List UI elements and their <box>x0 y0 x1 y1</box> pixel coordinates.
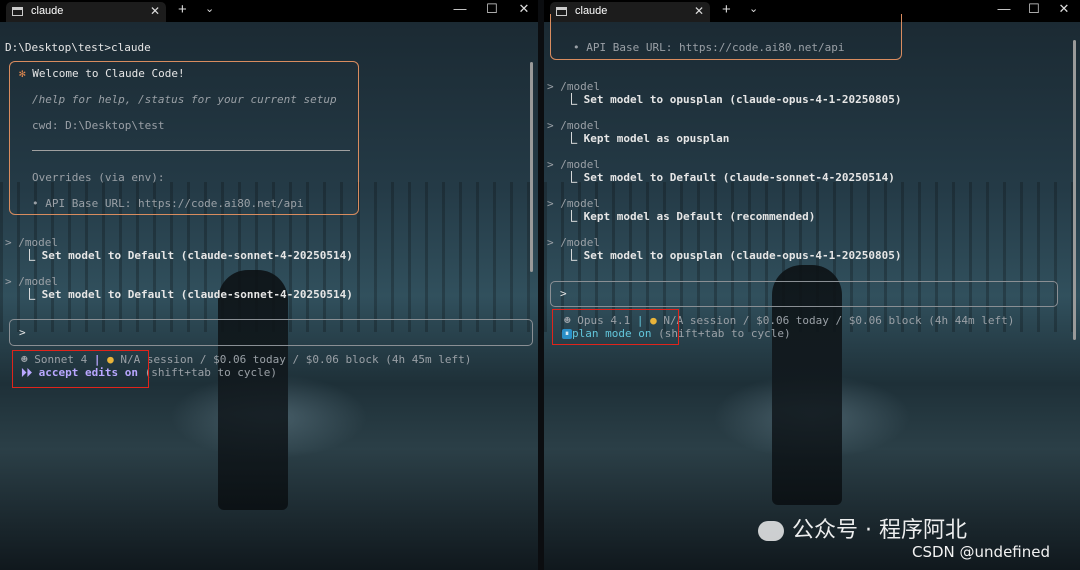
close-window-icon[interactable]: ✕ <box>1054 1 1074 17</box>
prompt-input-box[interactable] <box>9 319 533 346</box>
divider <box>32 150 350 151</box>
highlight-box <box>552 309 679 345</box>
terminal-icon <box>12 7 23 16</box>
input-prompt: > <box>560 287 567 300</box>
history-command: > /model <box>547 80 600 93</box>
welcome-title-line: ✻ Welcome to Claude Code! <box>19 67 185 80</box>
minimize-icon[interactable]: — <box>450 1 470 16</box>
title-bar: claude ✕ + ⌄ — ☐ ✕ <box>0 0 538 22</box>
new-tab-icon[interactable]: + <box>178 1 187 18</box>
shell-prompt: D:\Desktop\test>claude <box>5 41 151 54</box>
history-result: ⎿ Set model to opusplan (claude-opus-4-1… <box>566 93 902 106</box>
history-command: > /model <box>5 236 58 249</box>
wechat-icon <box>758 521 784 541</box>
api-base-url: • API Base URL: https://code.ai80.net/ap… <box>32 197 304 210</box>
watermark: 公众号 · 程序阿北 <box>758 512 967 544</box>
mode-hint: (shift+tab to cycle) <box>144 366 278 379</box>
history-command: > /model <box>547 119 600 132</box>
session-cost: N/A session / $0.06 today / $0.06 block … <box>120 353 472 366</box>
history-command: > /model <box>5 275 58 288</box>
history-result: ⎿ Set model to Default (claude-sonnet-4-… <box>566 171 895 184</box>
overrides-label: Overrides (via env): <box>32 171 165 184</box>
terminal-window-left: claude ✕ + ⌄ — ☐ ✕ D:\Desktop\test>claud… <box>0 0 538 570</box>
prompt-input-box[interactable] <box>550 281 1058 307</box>
history-command: > /model <box>547 197 600 210</box>
history-result: ⎿ Set model to Default (claude-sonnet-4-… <box>24 249 353 262</box>
session-cost: N/A session / $0.06 today / $0.06 block … <box>663 314 1015 327</box>
api-base-url: • API Base URL: https://code.ai80.net/ap… <box>573 41 845 54</box>
wallpaper-figure <box>218 270 288 510</box>
welcome-title: Welcome to Claude Code! <box>32 67 185 80</box>
history-result: ⎿ Set model to Default (claude-sonnet-4-… <box>24 288 353 301</box>
maximize-icon[interactable]: ☐ <box>1024 1 1044 17</box>
minimize-icon[interactable]: — <box>994 1 1014 16</box>
history-command: > /model <box>547 236 600 249</box>
history-result: ⎿ Kept model as Default (recommended) <box>566 210 816 223</box>
input-prompt: > <box>19 326 26 339</box>
asterisk-icon: ✻ <box>19 67 26 80</box>
history-command: > /model <box>547 158 600 171</box>
history-result: ⎿ Kept model as opusplan <box>566 132 730 145</box>
scrollbar[interactable] <box>1073 40 1076 340</box>
maximize-icon[interactable]: ☐ <box>482 1 502 17</box>
welcome-help: /help for help, /status for your current… <box>32 93 337 106</box>
history-result: ⎿ Set model to opusplan (claude-opus-4-1… <box>566 249 902 262</box>
tab-title: claude <box>31 5 64 17</box>
terminal-window-right: claude ✕ + ⌄ — ☐ ✕ • API Base URL: https… <box>544 0 1080 570</box>
watermark-text: 公众号 · 程序阿北 <box>792 518 967 543</box>
chevron-down-icon[interactable]: ⌄ <box>205 2 214 15</box>
terminal-tab[interactable]: claude ✕ <box>6 2 166 22</box>
welcome-box <box>9 61 359 215</box>
welcome-cwd: cwd: D:\Desktop\test <box>32 119 165 132</box>
close-tab-icon[interactable]: ✕ <box>150 4 160 18</box>
csdn-credit: CSDN @undefined <box>912 543 1051 561</box>
highlight-box <box>12 350 149 388</box>
scrollbar[interactable] <box>530 62 533 272</box>
close-window-icon[interactable]: ✕ <box>514 1 534 17</box>
